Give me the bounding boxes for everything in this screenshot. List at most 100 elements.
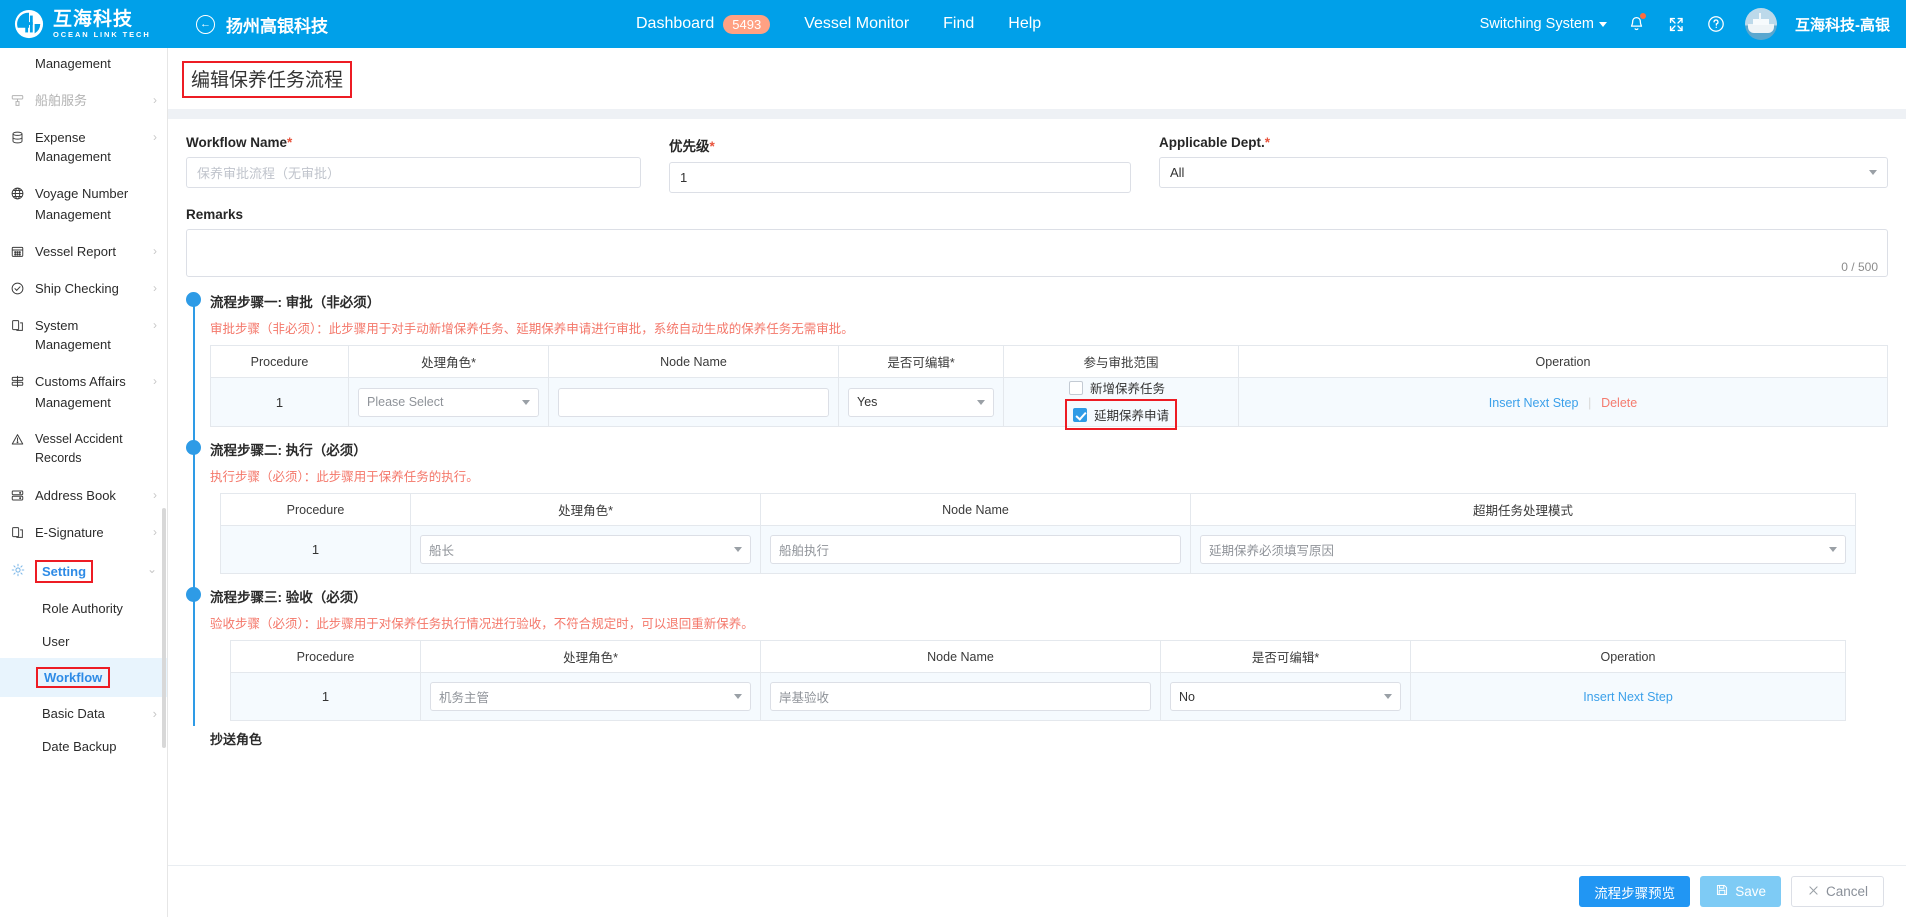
bell-icon[interactable] bbox=[1625, 13, 1647, 35]
checkbox-new-maintenance-task[interactable]: 新增保养任务 bbox=[1068, 378, 1165, 397]
save-button[interactable]: Save bbox=[1700, 876, 1781, 907]
sidebar-item-address-book[interactable]: Address Book › bbox=[0, 477, 167, 514]
sidebar-item-management-cont-1[interactable]: Management bbox=[0, 48, 167, 82]
step-2-node-name-input[interactable]: 船舶执行 bbox=[770, 535, 1181, 564]
cancel-button[interactable]: Cancel bbox=[1790, 876, 1884, 907]
close-x-icon bbox=[1807, 884, 1820, 900]
workflow-name-input[interactable]: 保养审批流程（无审批） bbox=[186, 157, 641, 188]
priority-input[interactable]: 1 bbox=[669, 162, 1131, 193]
sidebar-item-ship-service[interactable]: 船舶服务 › bbox=[0, 82, 167, 119]
checkbox-label: 延期保养申请 bbox=[1093, 409, 1169, 423]
back-arrow-icon[interactable]: ← bbox=[196, 14, 215, 34]
table-row: 1 Please Select Yes 新增保养任务 延期保养申请 Insert… bbox=[210, 377, 1888, 430]
nav-item-dashboard[interactable]: Dashboard 5493 bbox=[636, 14, 771, 34]
spacer-icon bbox=[9, 205, 26, 224]
sidebar-item-ship-checking[interactable]: Ship Checking › bbox=[0, 270, 167, 307]
step-2-role-value: 船长 bbox=[429, 544, 455, 558]
cancel-button-label: Cancel bbox=[1825, 884, 1868, 899]
insert-next-step-link[interactable]: Insert Next Step bbox=[1489, 396, 1579, 410]
step-2-description: 执行步骤（必须）：此步骤用于保养任务的执行。 bbox=[210, 470, 479, 484]
sidebar-item-vessel-accident-records[interactable]: Vessel Accident Records bbox=[0, 421, 167, 477]
customs-icon bbox=[9, 372, 26, 391]
sidebar-item-label: Customs Affairs bbox=[35, 374, 126, 389]
workflow-step-3: 流程步骤三: 验收（必须） 验收步骤（必须）：此步骤用于对保养任务执行情况进行验… bbox=[186, 586, 1888, 721]
insert-next-step-link[interactable]: Insert Next Step bbox=[1583, 690, 1673, 704]
avatar[interactable] bbox=[1745, 8, 1777, 40]
step-1-title: 流程步骤一: 审批（非必须） bbox=[210, 295, 381, 310]
step-3-editable-select[interactable]: No bbox=[1170, 682, 1401, 711]
label-priority: 优先级* bbox=[669, 135, 1131, 155]
sidebar-item-vessel-report[interactable]: Vessel Report › bbox=[0, 233, 167, 270]
user-name[interactable]: 互海科技-高银 bbox=[1795, 14, 1890, 35]
main-content: 编辑保养任务流程 Workflow Name* 保养审批流程（无审批） 优先级*… bbox=[168, 48, 1906, 917]
question-circle-icon[interactable] bbox=[1705, 13, 1727, 35]
sidebar-item-e-signature[interactable]: E-Signature › bbox=[0, 514, 167, 551]
step-3-title: 流程步骤三: 验收（必须） bbox=[210, 590, 367, 605]
step-3-role-select[interactable]: 机务主管 bbox=[430, 682, 751, 711]
table-row: 1 机务主管 岸基验收 No Insert Next Step bbox=[230, 672, 1846, 721]
sidebar-item-expense-management[interactable]: Expense Management › bbox=[0, 119, 167, 175]
brand-name-cn: 互海科技 bbox=[53, 8, 134, 30]
checkbox-deferred-maintenance-request[interactable]: 延期保养申请 bbox=[1064, 399, 1178, 430]
nav-item-help[interactable]: Help bbox=[1008, 15, 1041, 33]
sidebar-item-role-authority[interactable]: Role Authority bbox=[0, 592, 167, 625]
main-nav: Dashboard 5493 Vessel Monitor Find Help bbox=[636, 14, 1041, 34]
sidebar-sub-label: Date Backup bbox=[42, 739, 117, 754]
service-icon bbox=[9, 91, 26, 110]
chevron-down-icon bbox=[522, 399, 530, 405]
col-procedure: Procedure bbox=[230, 640, 421, 673]
field-applicable-dept: Applicable Dept.* All bbox=[1159, 135, 1888, 193]
step-3-node-name-input[interactable]: 岸基验收 bbox=[770, 682, 1151, 711]
preview-workflow-button[interactable]: 流程步骤预览 bbox=[1579, 876, 1691, 907]
checkbox-box-icon[interactable] bbox=[1068, 380, 1083, 395]
approval-scope-checkbox-group: 新增保养任务 延期保养申请 bbox=[1064, 378, 1178, 430]
step-2-table: Procedure 处理角色* Node Name 超期任务处理模式 1 船长 bbox=[220, 493, 1856, 574]
workflow-step-1: 流程步骤一: 审批（非必须） 审批步骤（非必须）：此步骤用于对手动新增保养任务、… bbox=[186, 291, 1888, 430]
page-title-row: 编辑保养任务流程 bbox=[168, 48, 1906, 109]
cell-procedure: 1 bbox=[220, 525, 411, 574]
chevron-down-icon bbox=[1869, 170, 1877, 175]
step-1-role-value: Please Select bbox=[367, 395, 444, 409]
step-2-overdue-mode-select[interactable]: 延期保养必须填写原因 bbox=[1200, 535, 1846, 564]
sidebar-sub-label: Basic Data bbox=[42, 706, 105, 721]
step-2-overdue-mode-value: 延期保养必须填写原因 bbox=[1209, 544, 1335, 558]
remarks-textarea[interactable]: 0 / 500 bbox=[186, 229, 1888, 277]
applicable-dept-select[interactable]: All bbox=[1159, 157, 1888, 188]
cc-role-label: 抄送角色 bbox=[210, 732, 263, 747]
col-node-name: Node Name bbox=[760, 493, 1191, 526]
applicable-dept-value: All bbox=[1170, 165, 1185, 180]
sidebar-item-voyage-number[interactable]: Voyage Number bbox=[0, 175, 167, 203]
checkbox-box-icon-checked[interactable] bbox=[1072, 407, 1087, 422]
chevron-down-icon bbox=[1384, 694, 1392, 699]
sidebar-item-system-management[interactable]: System Management › bbox=[0, 307, 167, 363]
nav-item-vessel-monitor[interactable]: Vessel Monitor bbox=[804, 15, 909, 33]
step-1-editable-select[interactable]: Yes bbox=[848, 387, 994, 417]
sidebar-item-management-cont-2[interactable]: Management bbox=[0, 203, 167, 233]
docs-icon bbox=[9, 316, 26, 335]
step-2-role-select[interactable]: 船长 bbox=[420, 535, 751, 564]
sidebar-item-label: Voyage Number bbox=[35, 186, 129, 201]
nav-item-find[interactable]: Find bbox=[943, 15, 974, 33]
step-dot-icon bbox=[186, 292, 201, 307]
chevron-right-icon: › bbox=[153, 318, 157, 332]
form-content: Workflow Name* 保养审批流程（无审批） 优先级* 1 Applic… bbox=[168, 119, 1906, 865]
sidebar-item-customs-affairs[interactable]: Customs Affairs › bbox=[0, 363, 167, 391]
brand-logo[interactable]: 互海科技 OCEAN LINK TECH bbox=[0, 9, 190, 39]
sidebar-item-user[interactable]: User bbox=[0, 625, 167, 658]
sidebar-item-basic-data[interactable]: Basic Data › bbox=[0, 697, 167, 730]
sidebar-item-setting[interactable]: Setting ⌄ bbox=[0, 551, 167, 592]
floppy-disk-icon bbox=[1715, 883, 1729, 900]
fullscreen-icon[interactable] bbox=[1665, 13, 1687, 35]
switching-system-dropdown[interactable]: Switching System bbox=[1480, 16, 1607, 32]
sidebar-item-management-cont-3[interactable]: Management bbox=[0, 391, 167, 421]
sidebar-item-workflow[interactable]: Workflow bbox=[0, 658, 167, 697]
sidebar-item-date-backup[interactable]: Date Backup bbox=[0, 730, 167, 763]
company-switcher[interactable]: ← 扬州高银科技 bbox=[196, 12, 328, 37]
sidebar-item-label: Vessel Accident Records bbox=[35, 432, 123, 465]
step-dot-icon bbox=[186, 587, 201, 602]
step-1-node-name-input[interactable] bbox=[558, 387, 829, 417]
step-1-role-select[interactable]: Please Select bbox=[358, 387, 539, 417]
top-right-actions: Switching System 互海科技-高银 bbox=[1480, 8, 1906, 40]
delete-link[interactable]: Delete bbox=[1601, 396, 1637, 410]
sidebar-scrollbar[interactable] bbox=[162, 508, 166, 748]
